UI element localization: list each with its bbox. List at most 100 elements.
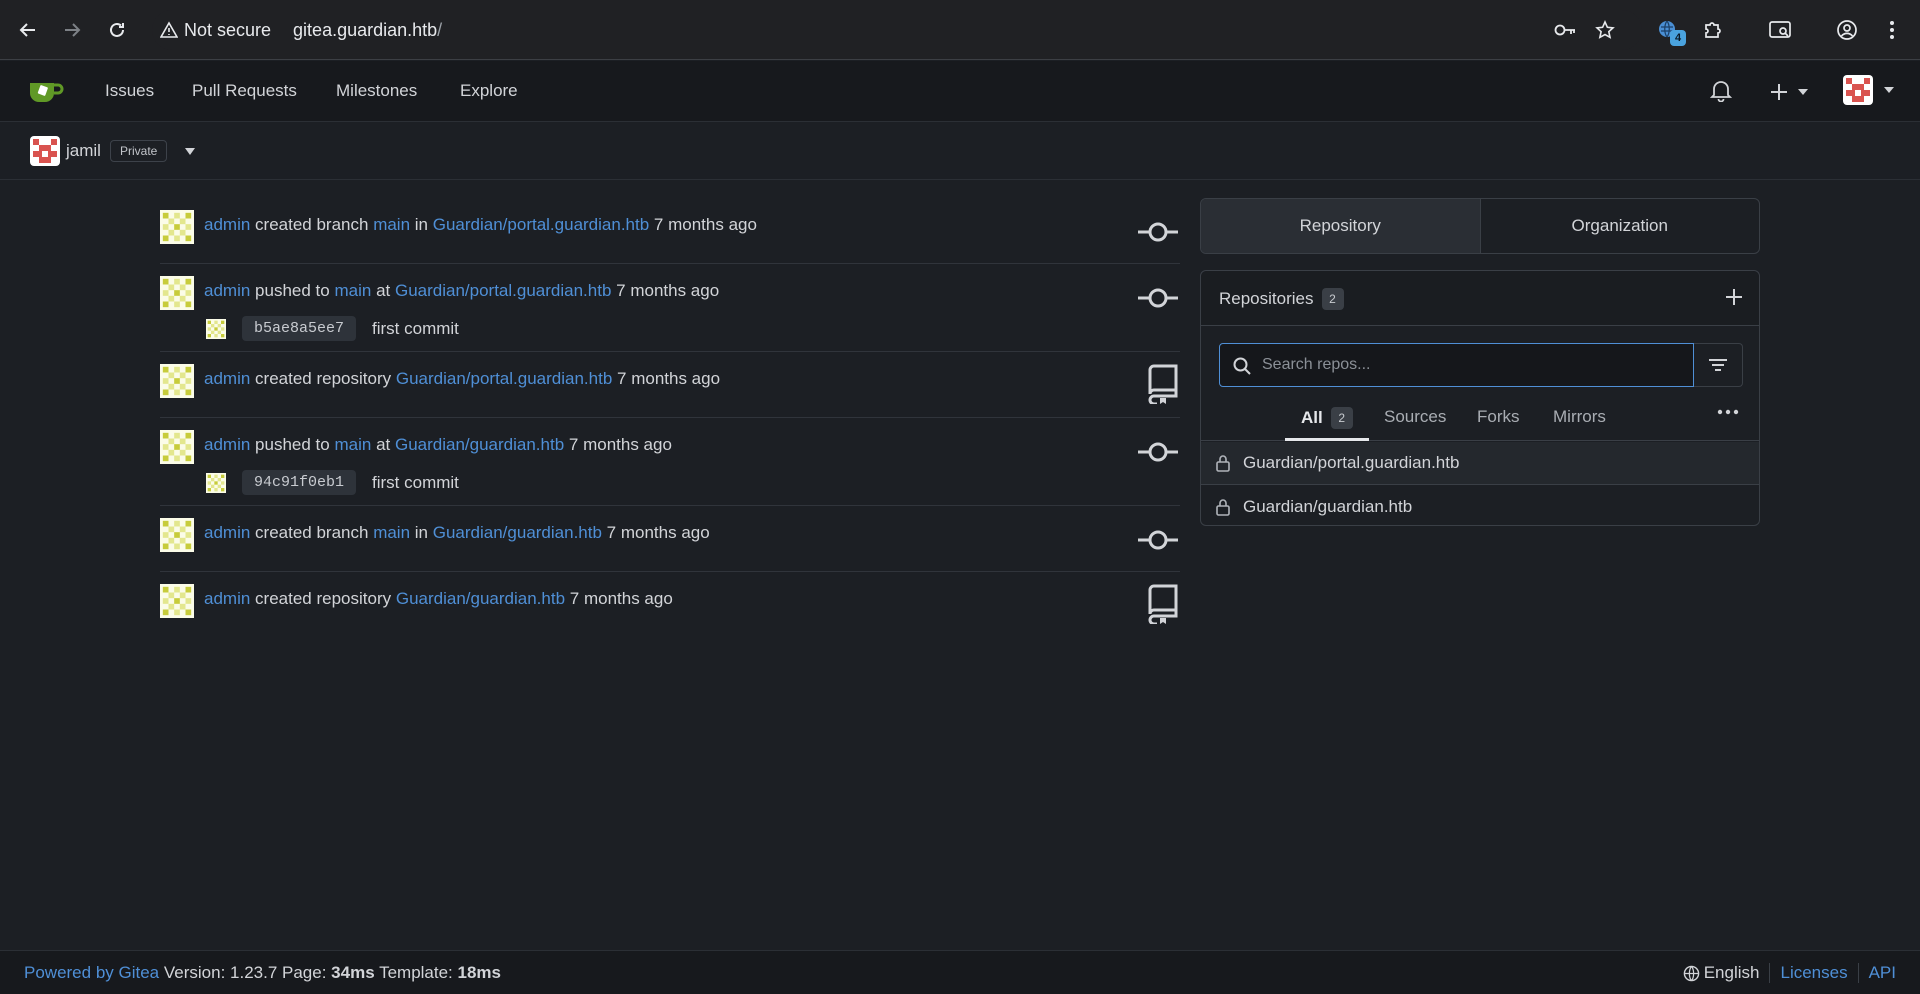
nav-milestones[interactable]: Milestones [336, 81, 417, 101]
actor-avatar[interactable] [160, 518, 194, 552]
filter-tab-sources[interactable]: Sources [1384, 407, 1446, 427]
gitea-logo[interactable] [28, 77, 66, 105]
plus-icon [1771, 84, 1787, 100]
password-key-button[interactable] [1551, 16, 1579, 44]
browser-menu-button[interactable] [1878, 16, 1906, 44]
kebab-menu-icon [1890, 21, 1894, 39]
arrow-right-icon [65, 23, 81, 37]
actor-avatar[interactable] [160, 430, 194, 464]
actor-link[interactable]: admin [204, 369, 250, 388]
branch-link[interactable]: main [373, 523, 410, 542]
commit-author-avatar[interactable] [206, 472, 226, 493]
actor-link[interactable]: admin [204, 281, 250, 300]
side-panel-button[interactable] [1766, 16, 1794, 44]
arrow-left-icon [19, 23, 35, 37]
template-time: 18ms [457, 963, 501, 982]
repo-link[interactable]: Guardian/portal.guardian.htb [395, 281, 611, 300]
commit-sha[interactable]: 94c91f0eb1 [242, 470, 357, 495]
reload-icon [110, 22, 124, 37]
page-footer: Powered by Gitea Version: 1.23.7 Page: 3… [0, 950, 1920, 994]
new-repo-button[interactable] [1725, 288, 1743, 306]
warning-icon [160, 21, 178, 38]
actor-link[interactable]: admin [204, 215, 250, 234]
filter-tab-forks[interactable]: Forks [1477, 407, 1520, 427]
repo-list-item[interactable]: Guardian/portal.guardian.htb [1201, 442, 1759, 485]
commit-icon [1138, 288, 1178, 308]
more-filters-button[interactable] [1717, 409, 1739, 415]
actor-avatar[interactable] [160, 210, 194, 244]
key-icon [1554, 24, 1575, 36]
filter-tab-all[interactable]: All 2 [1301, 407, 1353, 429]
extension-button[interactable]: 4 [1654, 16, 1686, 46]
commit-sha[interactable]: b5ae8a5ee7 [242, 316, 357, 341]
repo-link[interactable]: Guardian/guardian.htb [433, 523, 602, 542]
repo-link[interactable]: Guardian/guardian.htb [395, 435, 564, 454]
branch-link[interactable]: main [334, 281, 371, 300]
create-new-button[interactable] [1769, 82, 1809, 102]
actor-avatar[interactable] [160, 584, 194, 618]
puzzle-icon [1705, 22, 1721, 38]
repo-link[interactable]: Guardian/portal.guardian.htb [396, 369, 612, 388]
browser-toolbar: Not secure gitea.guardian.htb/ 4 [0, 0, 1920, 60]
commit-row: b5ae8a5ee7 first commit [206, 316, 459, 341]
actor-avatar[interactable] [160, 364, 194, 398]
identicon-avatar [206, 472, 226, 493]
gitea-navbar: Issues Pull Requests Milestones Explore [0, 61, 1920, 122]
security-indicator[interactable]: Not secure [160, 20, 271, 41]
feed-text: admin pushed to main at Guardian/guardia… [204, 435, 672, 455]
actor-link[interactable]: admin [204, 589, 250, 608]
feed-item: admin created branch main in Guardian/gu… [160, 506, 1180, 572]
repo-list-item[interactable]: Guardian/guardian.htb [1201, 485, 1759, 528]
branch-link[interactable]: main [334, 435, 371, 454]
feed-preposition: at [376, 281, 391, 300]
security-label: Not secure [184, 19, 272, 40]
filter-tab-mirrors[interactable]: Mirrors [1553, 407, 1606, 427]
actor-avatar[interactable] [160, 276, 194, 310]
user-menu-button[interactable] [1843, 75, 1895, 105]
actor-link[interactable]: admin [204, 523, 250, 542]
repo-filter-button[interactable] [1694, 343, 1743, 387]
feed-action: created repository [255, 369, 392, 388]
active-tab-underline [1285, 438, 1369, 441]
context-switch-caret-icon[interactable] [185, 148, 195, 155]
commit-icon [1138, 442, 1178, 462]
context-username[interactable]: jamil [66, 141, 101, 161]
repo-link[interactable]: Guardian/guardian.htb [396, 589, 565, 608]
actor-link[interactable]: admin [204, 435, 250, 454]
notifications-button[interactable] [1710, 78, 1732, 102]
repo-search-input[interactable] [1262, 344, 1682, 386]
nav-issues[interactable]: Issues [105, 81, 154, 101]
language-selector[interactable]: English [1683, 963, 1759, 983]
nav-pull-requests[interactable]: Pull Requests [192, 81, 297, 101]
version-label: Version: 1.23.7 Page: [163, 963, 327, 982]
reload-button[interactable] [103, 16, 131, 44]
repo-list: Guardian/portal.guardian.htb Guardian/gu… [1201, 442, 1759, 528]
nav-explore[interactable]: Explore [460, 81, 518, 101]
feed-time: 7 months ago [617, 369, 721, 388]
licenses-link[interactable]: Licenses [1780, 963, 1847, 983]
repo-link[interactable]: Guardian/portal.guardian.htb [433, 215, 649, 234]
lock-icon [1216, 498, 1230, 516]
commit-icon [1136, 526, 1180, 554]
context-avatar[interactable] [30, 136, 60, 166]
tab-organization[interactable]: Organization [1481, 199, 1760, 253]
feed-action: created branch [255, 523, 369, 542]
back-button[interactable] [14, 16, 42, 44]
tab-repository[interactable]: Repository [1201, 199, 1481, 253]
feed-action: pushed to [255, 281, 330, 300]
address-bar[interactable]: Not secure gitea.guardian.htb/ [152, 10, 1642, 50]
user-avatar [1843, 75, 1873, 105]
profile-button[interactable] [1833, 16, 1861, 44]
identicon-avatar [33, 139, 57, 163]
branch-link[interactable]: main [373, 215, 410, 234]
commit-icon [1136, 218, 1180, 246]
powered-by-link[interactable]: Powered by Gitea [24, 963, 159, 982]
caret-down-icon [1798, 89, 1808, 95]
extensions-menu-button[interactable] [1699, 16, 1727, 44]
forward-button[interactable] [58, 16, 86, 44]
api-link[interactable]: API [1869, 963, 1896, 983]
bookmark-button[interactable] [1591, 16, 1619, 44]
repo-icon [1146, 364, 1180, 404]
search-tab-icon [1769, 21, 1791, 38]
commit-author-avatar[interactable] [206, 318, 226, 339]
